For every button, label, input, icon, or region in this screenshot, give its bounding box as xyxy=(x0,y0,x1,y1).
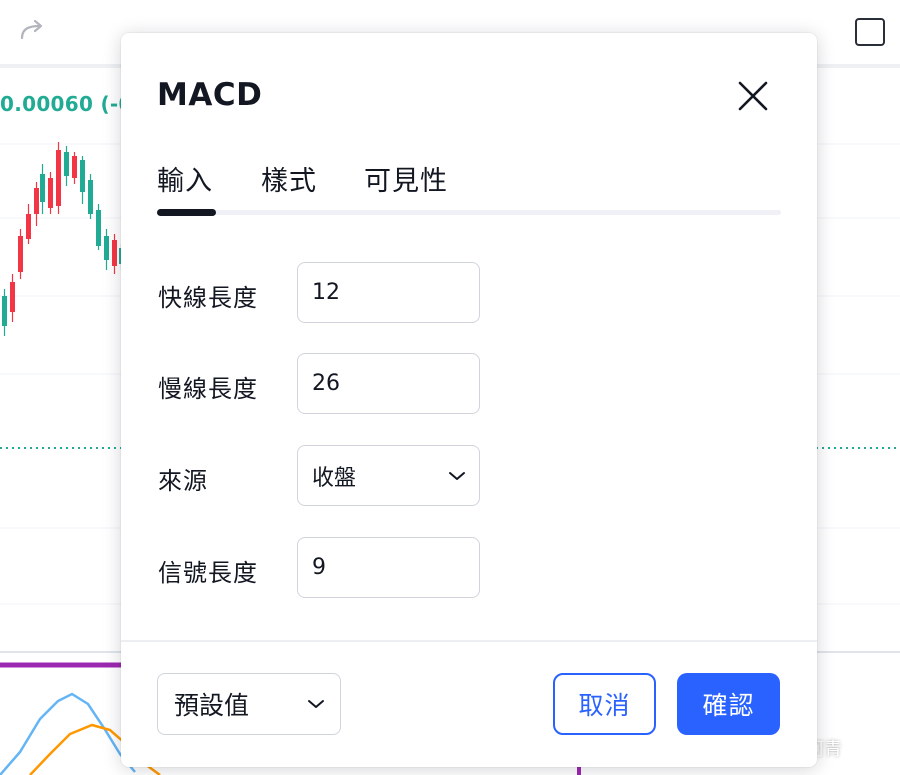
candle-body xyxy=(96,210,101,246)
candle-body xyxy=(40,174,45,202)
defaults-label: 預設值 xyxy=(174,691,250,720)
candle-body xyxy=(18,236,23,272)
source-select[interactable]: 收盤 xyxy=(297,445,480,506)
cancel-button[interactable]: 取消 xyxy=(553,673,656,735)
candle-body xyxy=(104,236,109,260)
candle-body xyxy=(88,180,93,214)
candle-body xyxy=(34,188,39,214)
slow-length-value: 26 xyxy=(312,371,340,396)
fast-length-label: 快線長度 xyxy=(158,284,258,312)
candle-body xyxy=(72,156,77,178)
source-value: 收盤 xyxy=(312,465,357,491)
candle-body xyxy=(10,282,15,312)
dialog-title: MACD xyxy=(157,77,263,113)
signal-length-value: 9 xyxy=(312,555,326,580)
candle-body xyxy=(56,150,61,206)
ok-button[interactable]: 確認 xyxy=(677,673,780,735)
tab-style[interactable]: 樣式 xyxy=(261,159,317,198)
signal-length-input[interactable]: 9 xyxy=(297,537,480,598)
macd-settings-dialog: MACD 輸入 樣式 可見性 快線長度 12 慢線長度 26 來源 收盤 信號長… xyxy=(121,33,817,767)
candle-body xyxy=(80,160,85,192)
redo-arrow-icon[interactable] xyxy=(18,18,46,42)
chevron-down-icon xyxy=(449,471,465,480)
signal-length-label: 信號長度 xyxy=(158,559,258,587)
chevron-down-icon xyxy=(308,700,324,708)
price-change-readout: 0.00060 (-0. xyxy=(0,92,141,116)
tab-visibility[interactable]: 可見性 xyxy=(364,159,448,198)
fast-length-input[interactable]: 12 xyxy=(297,262,480,323)
close-icon[interactable] xyxy=(733,76,773,116)
source-label: 來源 xyxy=(158,467,208,495)
candle-body xyxy=(112,240,117,266)
tab-track xyxy=(157,210,781,215)
candle-body xyxy=(2,296,7,326)
slow-length-input[interactable]: 26 xyxy=(297,353,480,414)
defaults-dropdown[interactable]: 預設值 xyxy=(157,673,341,735)
tab-bar: 輸入 樣式 可見性 xyxy=(157,159,781,217)
footer-divider xyxy=(121,640,817,642)
candle-body xyxy=(48,178,53,208)
slow-length-label: 慢線長度 xyxy=(158,375,258,403)
tab-inputs[interactable]: 輸入 xyxy=(157,159,213,198)
candlestick-series xyxy=(2,142,124,336)
layout-square-icon[interactable] xyxy=(855,18,885,46)
fast-length-value: 12 xyxy=(312,280,340,305)
active-tab-indicator xyxy=(157,209,216,216)
candle-body xyxy=(26,214,31,239)
candle-body xyxy=(64,152,69,176)
